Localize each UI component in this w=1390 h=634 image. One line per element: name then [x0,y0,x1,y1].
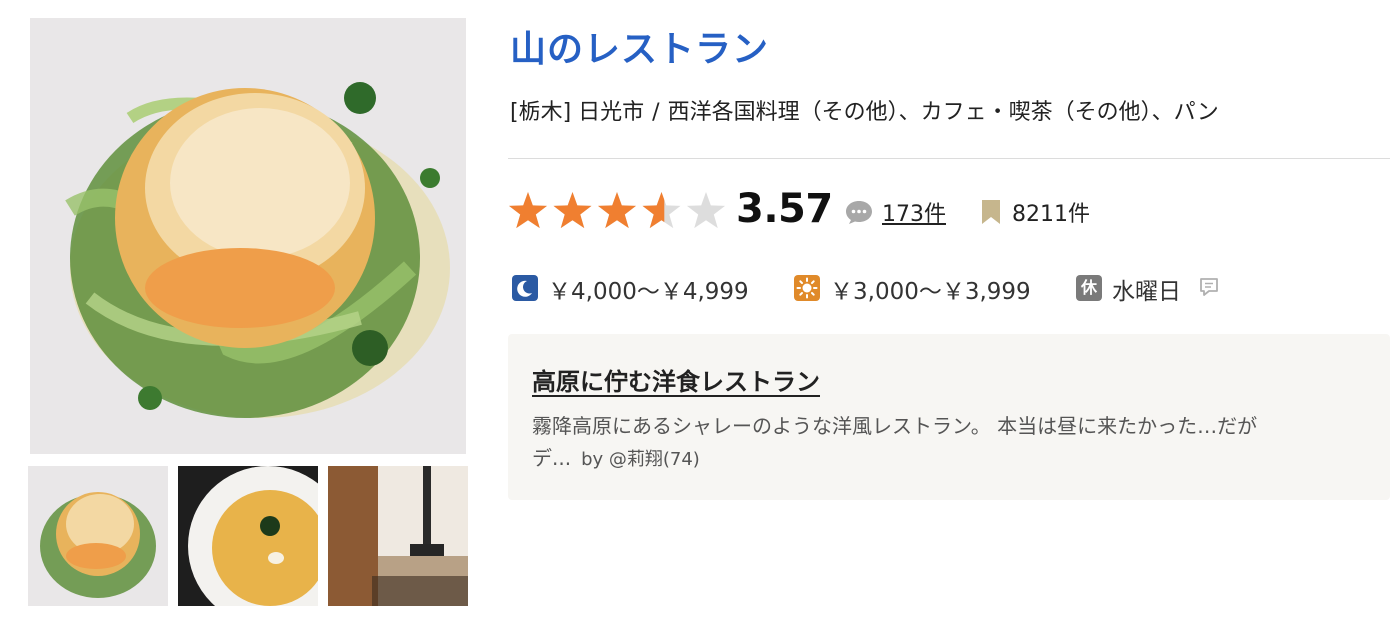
closed-day-icon: 休 [1076,275,1102,301]
restaurant-card: 山のレストラン [栃木] 日光市 / 西洋各国料理（その他）、カフェ・喫茶（その他）… [0,0,1390,634]
bookmark-count: 8211件 [1012,202,1090,227]
thumbnail-soup-image [178,466,318,606]
dish-photo-image [30,18,466,454]
rating-row: 3.57 173件 8211件 [508,184,1390,240]
pr-title-link[interactable]: 高原に佇む洋食レストラン [532,362,820,397]
rating-score: 3.57 [736,186,833,232]
pr-body: 霧降高原にあるシャレーのような洋風レストラン。 本当は昼に来たかった…だが デ.… [532,410,1390,476]
pr-text-line-2: デ... [532,446,572,470]
genre-label: 西洋各国料理（その他）、カフェ・喫茶（その他）、パン [667,100,1219,125]
pr-box: 高原に佇む洋食レストラン 霧降高原にあるシャレーのような洋風レストラン。 本当は… [508,334,1390,500]
area-genre: [栃木] 日光市 / 西洋各国料理（その他）、カフェ・喫茶（その他）、パン [510,94,1219,126]
speech-bubble-icon [846,201,872,224]
main-photo[interactable] [30,18,466,454]
thumbnail-dish-image [28,466,168,606]
holiday-label: 水曜日 [1112,279,1181,305]
area-label: [栃木] 日光市 [510,100,645,125]
pr-text-line-1: 霧降高原にあるシャレーのような洋風レストラン。 本当は昼に来たかった…だが [532,414,1258,438]
comment-note-icon[interactable] [1198,276,1220,298]
sun-icon [794,275,820,301]
star-rating-icons [508,192,726,229]
star-filled-1 [508,192,548,229]
pr-byline: by @莉翔(74) [581,449,700,470]
star-filled-3 [597,192,637,229]
thumbnail-interior[interactable] [328,466,468,606]
area-genre-separator: / [652,100,660,125]
budget-row: ￥4,000～￥4,999 ￥3,000～￥3,999 休 水曜日 [508,270,1390,306]
moon-icon [512,275,538,301]
divider [508,158,1390,159]
photo-thumbnails [28,466,470,606]
thumbnail-interior-image [328,466,468,606]
star-filled-2 [553,192,592,229]
lunch-budget: ￥3,000～￥3,999 [830,279,1031,305]
star-rating [508,190,728,234]
restaurant-name-link[interactable]: 山のレストラン [510,20,769,72]
review-count-link[interactable]: 173件 [882,196,946,228]
dinner-budget: ￥4,000～￥4,999 [548,279,749,305]
thumbnail-soup[interactable] [178,466,318,606]
thumbnail-dish[interactable] [28,466,168,606]
star-empty-5 [686,192,726,229]
restaurant-info: 山のレストラン [栃木] 日光市 / 西洋各国料理（その他）、カフェ・喫茶（その他）… [508,0,1390,634]
bookmark-icon [982,200,1000,224]
